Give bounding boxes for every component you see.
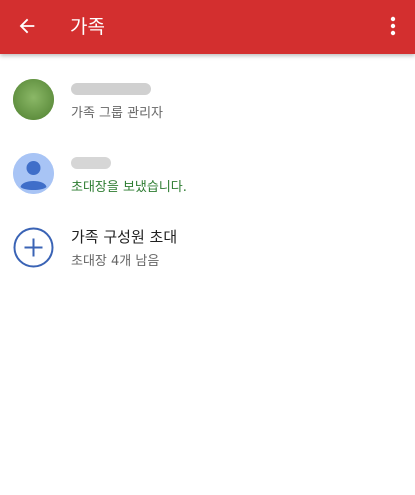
list-item-member-manager[interactable]: 가족 그룹 관리자 — [0, 67, 415, 137]
add-circle-icon-wrapper — [13, 227, 54, 268]
blurred-photo-icon — [13, 79, 54, 120]
blurred-name — [71, 157, 111, 169]
invite-title: 가족 구성원 초대 — [71, 228, 178, 246]
avatar — [13, 153, 54, 194]
app-bar: 가족 — [0, 0, 415, 54]
member-role: 가족 그룹 관리자 — [71, 106, 163, 121]
more-options-button[interactable] — [381, 9, 405, 43]
more-vertical-icon — [390, 16, 396, 36]
avatar — [13, 79, 54, 120]
invite-subtitle: 초대장 4개 남음 — [71, 254, 160, 269]
page-title: 가족 — [70, 16, 105, 38]
invite-family-member-button[interactable]: 가족 구성원 초대 초대장 4개 남음 — [0, 215, 415, 285]
invitation-status: 초대장을 보냈습니다. — [71, 180, 187, 195]
blurred-name — [71, 83, 151, 95]
person-icon — [13, 153, 54, 194]
member-name — [71, 79, 151, 102]
arrow-back-icon — [19, 18, 35, 34]
list-item-member-invited[interactable]: 초대장을 보냈습니다. — [0, 141, 415, 211]
back-button[interactable] — [10, 9, 44, 43]
member-name — [71, 153, 111, 176]
add-circle-icon — [13, 227, 54, 268]
